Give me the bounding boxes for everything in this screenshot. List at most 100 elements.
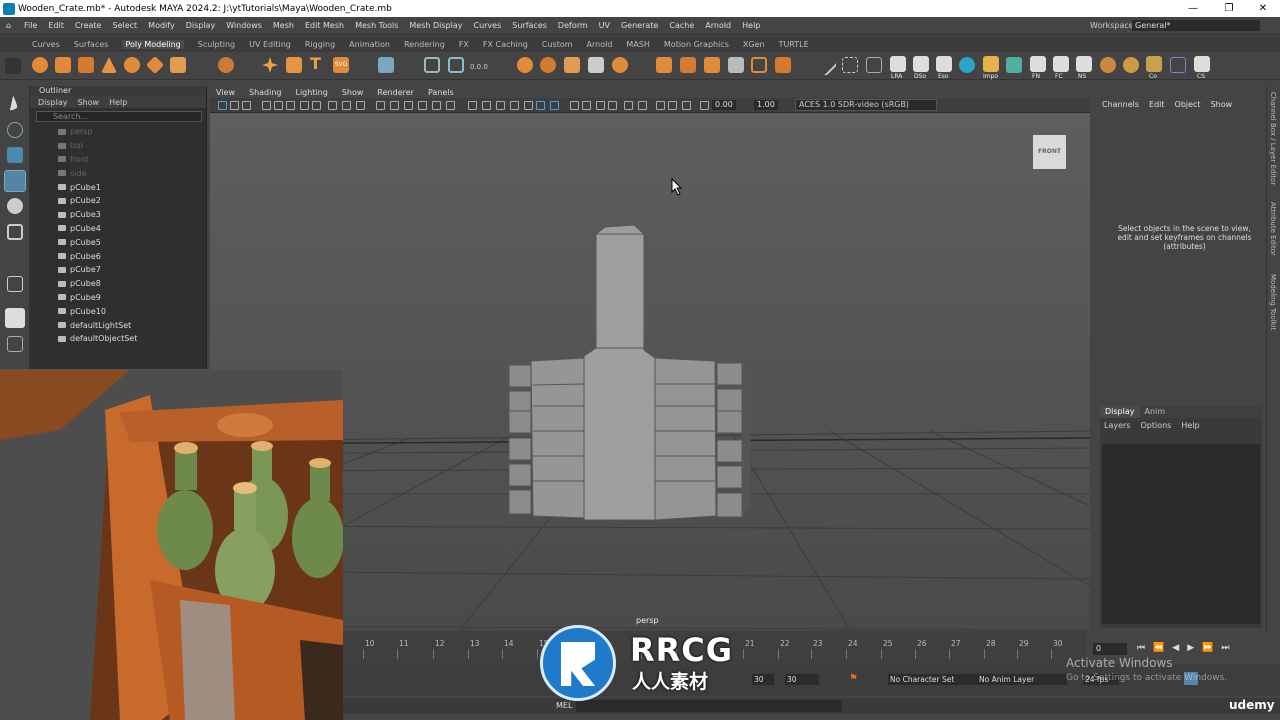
shelf-tab-surfaces[interactable]: Surfaces <box>74 40 109 49</box>
viewport-tool-icon[interactable] <box>404 101 413 110</box>
merge-icon[interactable] <box>775 57 791 73</box>
sweep-mesh-icon[interactable] <box>262 57 278 73</box>
viewport-tool-icon[interactable] <box>468 101 477 110</box>
select-tool-icon[interactable] <box>4 94 19 112</box>
outliner-item[interactable]: side <box>30 166 206 180</box>
layer-menu-options[interactable]: Options <box>1140 421 1171 430</box>
menu-file[interactable]: File <box>24 21 37 30</box>
shelf-tab-fx-caching[interactable]: FX Caching <box>483 40 528 49</box>
impo-icon[interactable] <box>983 56 999 72</box>
viewport-tool-icon[interactable] <box>596 101 605 110</box>
view-cube[interactable]: FRONT <box>1033 135 1066 169</box>
menu-windows[interactable]: Windows <box>226 21 262 30</box>
vp-menu-renderer[interactable]: Renderer <box>377 88 414 97</box>
extrude-icon[interactable] <box>656 57 672 73</box>
outliner-item[interactable]: pCube1 <box>30 180 206 194</box>
viewport-tool-icon[interactable] <box>700 101 709 110</box>
move-tool-icon[interactable] <box>4 170 26 192</box>
workspace-select[interactable]: General* <box>1132 20 1260 31</box>
menu-create[interactable]: Create <box>75 21 102 30</box>
four-pane-icon[interactable] <box>5 308 25 328</box>
boolean-icon[interactable] <box>612 57 628 73</box>
mirror-icon[interactable] <box>588 57 604 73</box>
fc-icon[interactable] <box>1053 56 1069 72</box>
poly-sphere-icon[interactable] <box>32 57 48 73</box>
shelf-tab-uv-editing[interactable]: UV Editing <box>249 40 291 49</box>
viewport-tool-icon[interactable] <box>390 101 399 110</box>
menu-edit[interactable]: Edit <box>48 21 64 30</box>
viewport-tool-icon[interactable] <box>668 101 677 110</box>
extract-icon[interactable] <box>448 57 464 73</box>
home-icon[interactable]: ⌂ <box>0 21 24 30</box>
range-end-field[interactable]: 30 <box>785 674 819 685</box>
layer-tab-anim[interactable]: Anim <box>1140 406 1171 418</box>
outliner-item[interactable]: pCube2 <box>30 194 206 208</box>
bevel-icon[interactable] <box>704 57 720 73</box>
viewport-tool-icon[interactable] <box>242 101 251 110</box>
shelf-tab-rendering[interactable]: Rendering <box>404 40 445 49</box>
poly-cone-icon[interactable] <box>101 57 117 73</box>
side-tab-attribute-editor[interactable]: Attribute Editor <box>1269 202 1277 256</box>
poly-cylinder-icon[interactable] <box>78 57 94 73</box>
ns-icon[interactable] <box>1076 56 1092 72</box>
command-input[interactable] <box>576 700 842 712</box>
cleanup-icon[interactable] <box>564 57 580 73</box>
viewport-tool-icon[interactable] <box>570 101 579 110</box>
layout-icon[interactable] <box>7 336 23 352</box>
viewport-tool-icon[interactable] <box>286 101 295 110</box>
outliner-item[interactable]: pCube4 <box>30 222 206 236</box>
shelf-tab-sculpting[interactable]: Sculpting <box>198 40 235 49</box>
align-icon[interactable] <box>1006 57 1022 73</box>
shelf-tab-curves[interactable]: Curves <box>32 40 60 49</box>
shelf-tab-rigging[interactable]: Rigging <box>305 40 335 49</box>
menu-deform[interactable]: Deform <box>558 21 588 30</box>
viewport-tool-icon[interactable] <box>482 101 491 110</box>
append-icon[interactable] <box>728 57 744 73</box>
exposure-field[interactable]: 0.00 <box>712 100 736 110</box>
auto-key-icon[interactable]: ⚑ <box>849 673 858 684</box>
vp-menu-lighting[interactable]: Lighting <box>295 88 327 97</box>
outliner-search-input[interactable]: Search... <box>36 111 202 122</box>
viewport-tool-icon[interactable] <box>356 101 365 110</box>
shelf-options-icon[interactable] <box>5 58 21 74</box>
shelf-tab-poly-modeling[interactable]: Poly Modeling <box>122 40 184 49</box>
cs-icon[interactable] <box>1194 56 1210 72</box>
shelf-tab-animation[interactable]: Animation <box>349 40 390 49</box>
viewport-tool-icon[interactable] <box>656 101 665 110</box>
viewport-tool-icon[interactable] <box>582 101 591 110</box>
side-tab-modeling-toolkit[interactable]: Modeling Toolkit <box>1269 274 1277 330</box>
layer-menu-layers[interactable]: Layers <box>1104 421 1130 430</box>
fn-icon[interactable] <box>1030 56 1046 72</box>
outliner-menu-display[interactable]: Display <box>38 98 68 107</box>
poly-helix-icon[interactable] <box>286 57 302 73</box>
playback-buttons-icon[interactable]: ⏮⏪◀▶⏩⏭ <box>1137 643 1237 653</box>
menu-select[interactable]: Select <box>112 21 137 30</box>
outliner-item[interactable]: pCube6 <box>30 249 206 263</box>
co-icon[interactable] <box>1146 56 1162 72</box>
reduce-icon[interactable] <box>540 57 556 73</box>
current-frame-field[interactable]: 0 <box>1093 643 1127 655</box>
close-button[interactable]: ✕ <box>1246 0 1280 17</box>
edge-loop-icon[interactable] <box>842 57 858 73</box>
shade-icon[interactable] <box>1100 57 1116 73</box>
menu-surfaces[interactable]: Surfaces <box>512 21 547 30</box>
separate-icon[interactable] <box>424 57 440 73</box>
menu-mesh-display[interactable]: Mesh Display <box>409 21 462 30</box>
menu-mesh[interactable]: Mesh <box>273 21 294 30</box>
single-pane-icon[interactable] <box>7 276 23 292</box>
menu-mesh-tools[interactable]: Mesh Tools <box>355 21 398 30</box>
wood-icon[interactable] <box>1123 57 1139 73</box>
viewport-tool-icon[interactable] <box>300 101 309 110</box>
anim-layer-select[interactable]: No Anim Layer <box>977 674 1067 685</box>
outliner-item[interactable]: pCube7 <box>30 263 206 277</box>
viewport-tool-icon[interactable] <box>446 101 455 110</box>
color-management-select[interactable]: ACES 1.0 SDR-video (sRGB) <box>795 99 937 111</box>
layer-tab-display[interactable]: Display <box>1100 406 1140 418</box>
viewport-tool-icon[interactable] <box>510 101 519 110</box>
poly-plane-icon[interactable] <box>145 55 165 75</box>
viewport-tool-icon[interactable] <box>342 101 351 110</box>
viewport-tool-icon[interactable] <box>328 101 337 110</box>
vp-menu-view[interactable]: View <box>216 88 235 97</box>
outliner-item[interactable]: pCube10 <box>30 304 206 318</box>
outliner-item[interactable]: pCube8 <box>30 277 206 291</box>
